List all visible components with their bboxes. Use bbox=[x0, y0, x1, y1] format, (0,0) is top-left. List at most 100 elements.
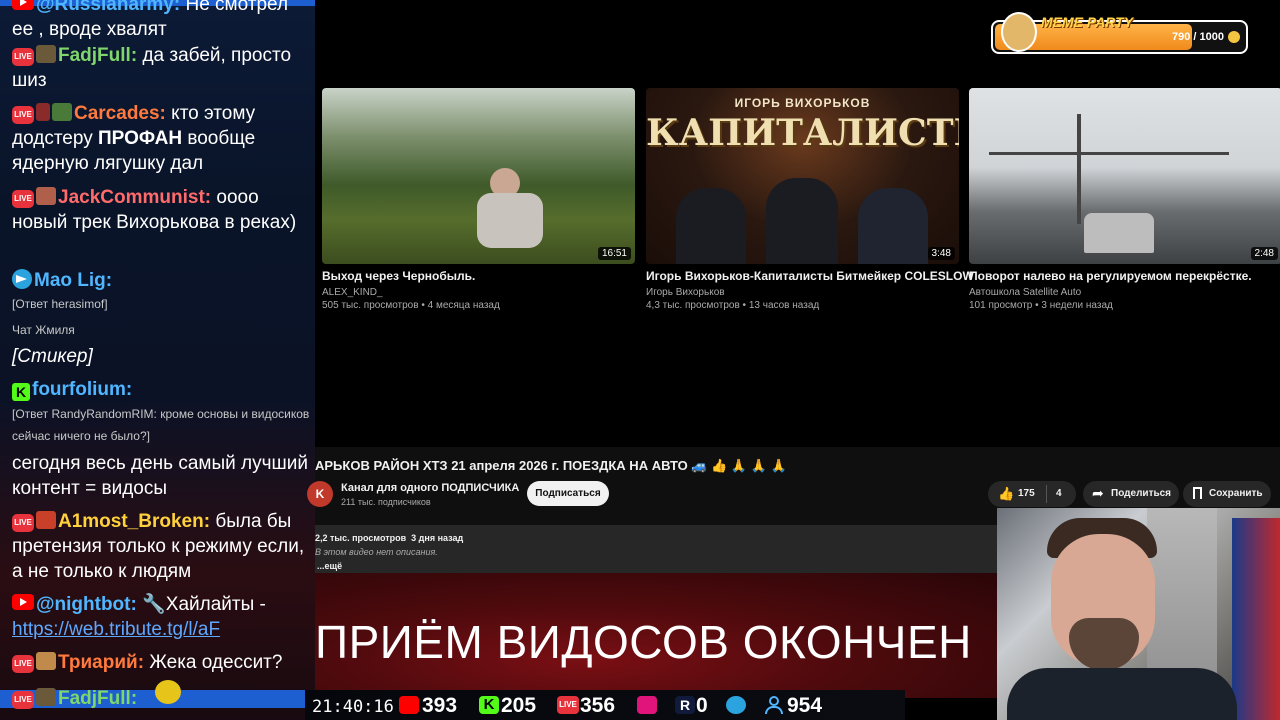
chat-message: Mao Lig: bbox=[12, 268, 310, 293]
chat-message: @nightbot: 🔧Хайлайты - https://web.tribu… bbox=[12, 592, 310, 642]
channel-avatar[interactable]: K bbox=[307, 481, 333, 507]
youtube-count: 393 bbox=[422, 694, 458, 717]
drink-emote-icon bbox=[36, 103, 50, 121]
meme-title: MEME PARTY bbox=[1041, 14, 1134, 30]
chat-source-meta: Чат Жмиля bbox=[12, 323, 75, 337]
telegram-icon bbox=[726, 696, 746, 714]
share-button[interactable]: ➦ Поделиться bbox=[1083, 481, 1179, 507]
video-title[interactable]: Выход через Чернобыль. bbox=[322, 269, 475, 283]
fire-emote-icon bbox=[36, 511, 56, 529]
meme-progress-text: 790 / 1000 bbox=[1172, 31, 1224, 43]
like-count: 175 bbox=[1018, 488, 1035, 499]
webcam-feed bbox=[997, 508, 1280, 720]
channel-name[interactable]: Канал для одного ПОДПИСЧИКА bbox=[341, 482, 519, 494]
traffic-arm bbox=[989, 152, 1229, 155]
live-badge-icon: LIVE bbox=[12, 655, 34, 673]
chat-author: @Russianarmy: bbox=[36, 0, 181, 15]
telegram-badge-icon bbox=[12, 269, 32, 289]
thumbs-up-icon[interactable]: 👍 bbox=[998, 486, 1014, 502]
live-icon: LIVE bbox=[557, 696, 579, 714]
live-count: 356 bbox=[580, 694, 616, 717]
chat-author: JackCommunist: bbox=[58, 187, 212, 208]
live-badge-icon: LIVE bbox=[12, 106, 34, 124]
live-badge-icon: LIVE bbox=[12, 48, 34, 66]
video-thumbnail[interactable]: 2:48 bbox=[969, 88, 1280, 264]
stream-overlay: @Russianarmy: Не смотрел ее , вроде хвал… bbox=[0, 0, 1280, 720]
save-button[interactable]: Сохранить bbox=[1183, 481, 1271, 507]
doge-icon bbox=[1001, 12, 1037, 52]
bookmark-icon bbox=[1193, 487, 1202, 499]
video-channel[interactable]: ALEX_KIND_ bbox=[322, 287, 383, 298]
poster-subtitle: ИГОРЬ ВИХОРЬКОВ bbox=[734, 96, 871, 110]
video-stats: 4,3 тыс. просмотров • 13 часов назад bbox=[646, 300, 820, 311]
like-dislike-group: 👍 175 4 bbox=[988, 481, 1076, 507]
video-duration: 16:51 bbox=[597, 247, 631, 260]
meme-party-progress: MEME PARTY 790 / 1000 bbox=[991, 12, 1248, 54]
chat-reply-meta: [Ответ RandyRandomRIM: кроме основы и ви… bbox=[12, 407, 310, 443]
vk-play-icon bbox=[637, 696, 657, 714]
kick-badge-icon: K bbox=[12, 383, 30, 401]
video-channel[interactable]: Автошкола Satellite Auto bbox=[969, 287, 1081, 298]
clock: 21:40:16 bbox=[312, 697, 394, 717]
chat-text-bold: ПРОФАН bbox=[98, 128, 183, 149]
rutube-icon: R bbox=[675, 696, 695, 714]
chat-author: A1most_Broken: bbox=[58, 511, 211, 532]
viewers-icon bbox=[764, 696, 784, 714]
video-duration: 3:48 bbox=[927, 247, 955, 260]
live-badge-icon: LIVE bbox=[12, 514, 34, 532]
emote-icon bbox=[36, 45, 56, 63]
chat-author: Carcades: bbox=[74, 103, 166, 124]
person-body bbox=[477, 193, 543, 248]
chat-link[interactable]: https://web.tribute.tg/l/aF bbox=[12, 619, 220, 640]
chat-message: LIVE FadjFull: да забей, просто шиз bbox=[12, 43, 310, 93]
banner-text: ПРИЁМ ВИДОСОВ ОКОНЧЕН bbox=[315, 616, 972, 668]
description-panel[interactable]: 2,2 тыс. просмотров 3 дня назад В этом в… bbox=[315, 525, 997, 573]
emote-icon bbox=[36, 187, 56, 205]
chat-author: Mao Lig: bbox=[34, 270, 113, 291]
share-icon: ➦ bbox=[1092, 485, 1104, 501]
figure-center bbox=[766, 178, 838, 264]
description-text: В этом видео нет описания. bbox=[315, 547, 438, 557]
video-thumbnail[interactable]: 16:51 bbox=[322, 88, 635, 264]
poster-title: КАПИТАЛИСТЫ bbox=[646, 112, 959, 154]
video-thumbnail[interactable]: ИГОРЬ ВИХОРЬКОВ КАПИТАЛИСТЫ 3:48 bbox=[646, 88, 959, 264]
dislike-count[interactable]: 4 bbox=[1056, 488, 1062, 499]
wrench-icon: 🔧 bbox=[142, 594, 166, 615]
video-stats: 505 тыс. просмотров • 4 месяца назад bbox=[322, 300, 500, 311]
youtube-icon bbox=[399, 696, 419, 714]
video-channel[interactable]: Игорь Вихорьков bbox=[646, 287, 725, 298]
show-more-link[interactable]: ...ещё bbox=[317, 561, 342, 571]
viewers-count: 954 bbox=[787, 694, 823, 717]
chat-text: Жека одессит? bbox=[149, 652, 283, 673]
kick-icon: K bbox=[479, 696, 499, 714]
share-label: Поделиться bbox=[1111, 488, 1172, 499]
youtube-badge-icon bbox=[12, 0, 34, 10]
channel-subs: 211 тыс. подписчиков bbox=[341, 497, 431, 507]
emote-icon bbox=[36, 652, 56, 670]
chat-author: fourfolium: bbox=[32, 379, 133, 400]
chat-author: Триарий: bbox=[58, 652, 145, 673]
chat-panel: @Russianarmy: Не смотрел ее , вроде хвал… bbox=[0, 0, 315, 720]
chat-text: сегодня весь день самый лучший контент =… bbox=[12, 453, 308, 499]
video-title[interactable]: Игорь Вихорьков-Капиталисты Битмейкер CO… bbox=[646, 269, 974, 283]
chat-message: LIVE JackCommunist: оооо новый трек Вихор… bbox=[12, 185, 310, 235]
video-title[interactable]: Поворот налево на регулируемом перекрёст… bbox=[969, 269, 1252, 283]
announcement-banner: ПРИЁМ ВИДОСОВ ОКОНЧЕН bbox=[315, 573, 997, 698]
live-badge-icon: LIVE bbox=[12, 190, 34, 208]
video-stats: 101 просмотр • 3 недели назад bbox=[969, 300, 1113, 311]
video-duration: 2:48 bbox=[1250, 247, 1278, 260]
save-label: Сохранить bbox=[1209, 488, 1263, 499]
chat-message: Kfourfolium: bbox=[12, 377, 310, 402]
chat-author: FadjFull: bbox=[58, 45, 138, 66]
subscribe-button[interactable]: Подписаться bbox=[527, 481, 609, 506]
kick-count: 205 bbox=[501, 694, 537, 717]
car bbox=[1084, 213, 1154, 253]
chat-sticker-text: [Стикер] bbox=[12, 346, 93, 367]
chat-reply-meta: [Ответ herasimof] bbox=[12, 297, 108, 311]
view-stats: 2,2 тыс. просмотров 3 дня назад bbox=[315, 533, 464, 543]
traffic-pole bbox=[1077, 114, 1081, 224]
figure-left bbox=[676, 188, 746, 264]
coin-icon bbox=[1228, 31, 1240, 43]
chat-message: @Russianarmy: Не смотрел ее , вроде хвал… bbox=[12, 0, 312, 42]
chat-message: LIVE Триарий: Жека одессит? bbox=[12, 650, 310, 675]
